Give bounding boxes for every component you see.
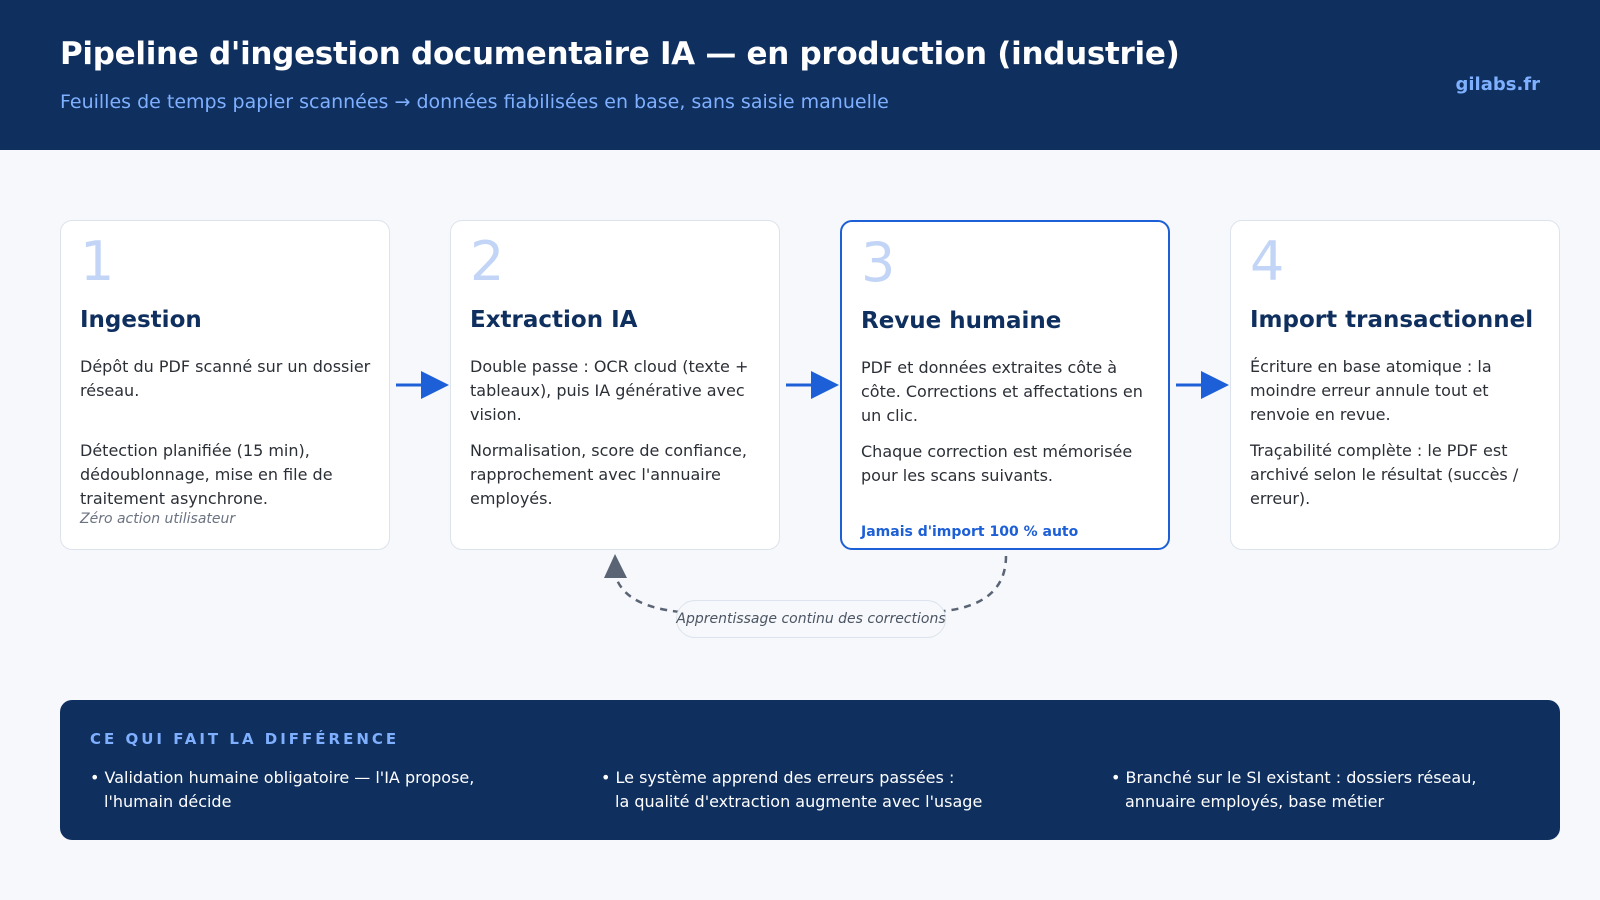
difference-item-line: la qualité d'extraction augmente avec l'… xyxy=(615,792,983,811)
arrow-right-icon xyxy=(786,371,839,399)
difference-item-line: • Validation humaine obligatoire — l'IA … xyxy=(90,768,475,787)
difference-title: CE QUI FAIT LA DIFFÉRENCE xyxy=(90,730,400,748)
difference-item-line: • Branché sur le SI existant : dossiers … xyxy=(1111,768,1477,787)
step-detail: Chaque correction est mémorisée pour les… xyxy=(861,442,1133,485)
difference-item-line: l'humain décide xyxy=(104,792,232,811)
loop-label: Apprentissage continu des corrections xyxy=(676,600,946,638)
step-detail: Normalisation, score de confiance, rappr… xyxy=(470,441,747,508)
step-note: Jamais d'import 100 % auto xyxy=(861,524,1079,540)
step-detail: Traçabilité complète : le PDF est archiv… xyxy=(1250,441,1519,508)
difference-item-line: annuaire employés, base métier xyxy=(1125,792,1385,811)
difference-item-line: • Le système apprend des erreurs passées… xyxy=(601,768,955,787)
step-description: Double passe : OCR cloud (texte + tablea… xyxy=(470,357,749,424)
step-title: Import transactionnel xyxy=(1250,307,1534,333)
difference-item: • Le système apprend des erreurs passées… xyxy=(601,766,1021,814)
step-number: 1 xyxy=(80,230,115,293)
step-title: Ingestion xyxy=(80,307,202,333)
difference-panel: CE QUI FAIT LA DIFFÉRENCE • Validation h… xyxy=(60,700,1560,840)
step-description: PDF et données extraites côte à côte. Co… xyxy=(861,358,1143,425)
step-card-import: 4 Import transactionnel Écriture en base… xyxy=(1230,220,1560,550)
header: Pipeline d'ingestion documentaire IA — e… xyxy=(0,0,1600,150)
difference-item: • Validation humaine obligatoire — l'IA … xyxy=(90,766,510,814)
step-detail: Détection planifiée (15 min), dédoublonn… xyxy=(80,441,333,508)
difference-item: • Branché sur le SI existant : dossiers … xyxy=(1111,766,1531,814)
page-subtitle: Feuilles de temps papier scannées → donn… xyxy=(60,91,889,113)
step-description: Dépôt du PDF scanné sur un dossier résea… xyxy=(80,357,371,400)
step-title: Revue humaine xyxy=(861,308,1062,334)
step-card-extraction: 2 Extraction IA Double passe : OCR cloud… xyxy=(450,220,780,550)
step-number: 4 xyxy=(1250,230,1285,293)
step-title: Extraction IA xyxy=(470,307,638,333)
arrow-right-icon xyxy=(1176,371,1229,399)
brand-link[interactable]: gilabs.fr xyxy=(1455,74,1540,95)
step-description: Écriture en base atomique : la moindre e… xyxy=(1250,357,1492,424)
page-title: Pipeline d'ingestion documentaire IA — e… xyxy=(60,36,1180,72)
step-note: Zéro action utilisateur xyxy=(80,511,236,527)
step-card-ingestion: 1 Ingestion Dépôt du PDF scanné sur un d… xyxy=(60,220,390,550)
arrow-right-icon xyxy=(396,371,449,399)
step-number: 3 xyxy=(861,231,896,294)
step-number: 2 xyxy=(470,230,505,293)
step-card-review: 3 Revue humaine PDF et données extraites… xyxy=(840,220,1170,550)
